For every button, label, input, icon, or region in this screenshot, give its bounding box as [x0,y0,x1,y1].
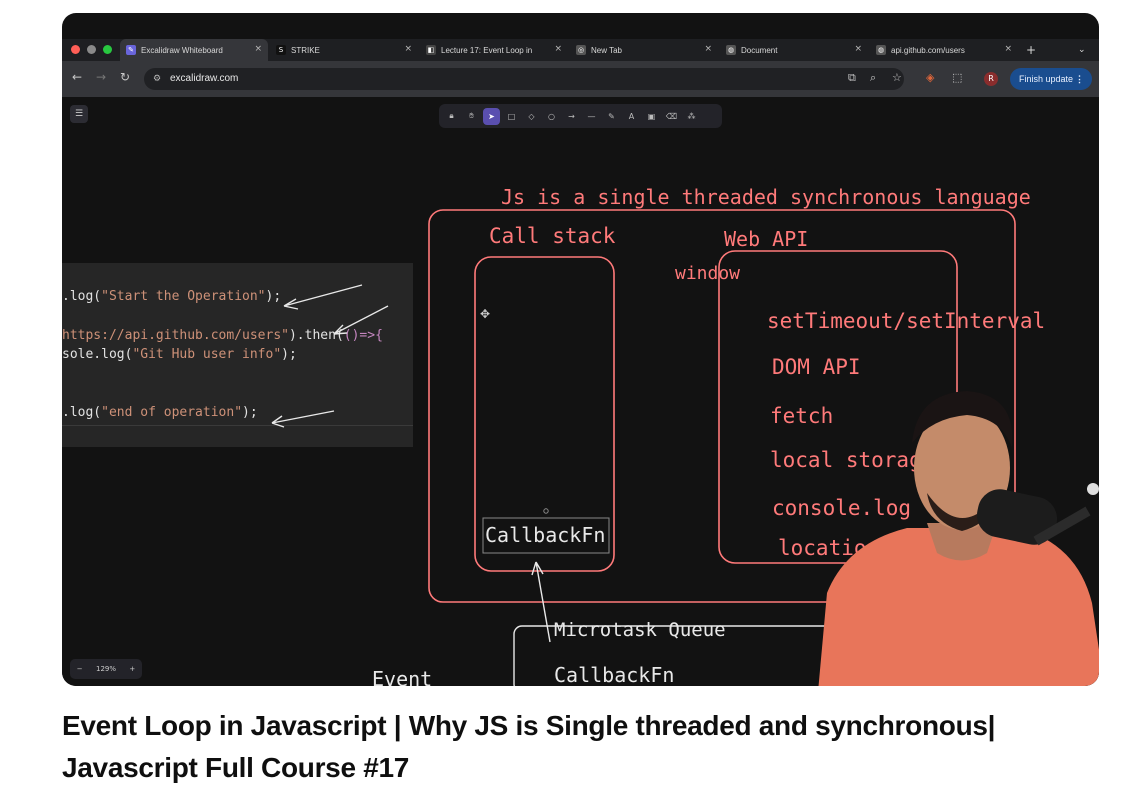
presenter-webcam [818,391,1099,686]
url-text: excalidraw.com [170,73,239,84]
profile-avatar[interactable]: R [984,72,998,86]
rotate-handle[interactable] [543,508,549,514]
tab-label: Excalidraw Whiteboard [141,45,223,55]
globe-icon: ◍ [726,45,736,55]
more-menu-icon[interactable]: ⋮ [1075,68,1084,90]
tab-document[interactable]: ◍ Document × [720,39,868,61]
extension-brave-icon[interactable]: ◈ [926,71,934,84]
chrome-icon: ◎ [576,45,586,55]
close-tab-icon[interactable]: × [1004,44,1012,54]
zoom-out-icon[interactable]: − [77,665,83,673]
browser-tab-bar: ✎ Excalidraw Whiteboard × S STRIKE × ◧ L… [62,39,1099,61]
site-info-icon[interactable]: ⚙ [153,68,161,90]
microtask-queue-label: Microtask Queue [554,619,726,641]
close-tab-icon[interactable]: × [404,44,412,54]
install-app-icon[interactable]: ⧉ [848,71,856,85]
reload-icon[interactable]: ↻ [120,70,130,84]
close-tab-icon[interactable]: × [254,44,262,54]
call-stack-label: Call stack [489,224,616,248]
cursor-icon: ◧ [426,45,436,55]
tab-github-users[interactable]: ◍ api.github.com/users × [870,39,1018,61]
heading-text: Js is a single threaded synchronous lang… [501,185,1031,209]
event-label: Event [372,667,433,686]
excalidraw-icon: ✎ [126,45,136,55]
tab-new-tab[interactable]: ◎ New Tab × [570,39,718,61]
close-tab-icon[interactable]: × [704,44,712,54]
tab-label: New Tab [591,45,622,55]
strike-icon: S [276,45,286,55]
arrow-annotation [333,305,389,335]
globe-icon: ◍ [876,45,886,55]
arrow-annotation [283,284,363,310]
new-tab-plus-icon[interactable]: + [1020,39,1042,61]
web-api-label: Web API [724,227,809,251]
zoom-controls: − 129% + [70,659,142,679]
zoom-icon[interactable]: ⌕ [870,71,876,85]
arrow-annotation [271,410,335,428]
address-bar[interactable]: ⚙ excalidraw.com [144,68,904,90]
forward-arrow-icon[interactable]: → [96,70,106,84]
finish-update-label: Finish update [1019,74,1074,84]
video-title[interactable]: Event Loop in Javascript | Why JS is Sin… [62,705,1062,789]
bookmark-star-icon[interactable]: ☆ [892,71,902,84]
finish-update-button[interactable]: Finish update ⋮ [1010,68,1092,90]
window-label: window [675,263,741,284]
tab-search-chevron-icon[interactable]: ⌄ [1072,39,1092,61]
browser-toolbar: ← → ↻ ⚙ excalidraw.com ⧉ ⌕ ☆ ◈ ⬚ R Finis… [62,61,1099,97]
close-window-icon[interactable] [71,45,80,54]
minimize-window-icon[interactable] [87,45,96,54]
close-tab-icon[interactable]: × [854,44,862,54]
back-arrow-icon[interactable]: ← [72,70,82,84]
tab-label: Lecture 17: Event Loop in [441,45,533,55]
zoom-in-icon[interactable]: + [129,665,135,673]
tab-label: STRIKE [291,45,320,55]
zoom-level[interactable]: 129% [96,665,116,673]
web-api-item: setTimeout/setInterval [767,309,1046,333]
tab-lecture[interactable]: ◧ Lecture 17: Event Loop in × [420,39,568,61]
video-player[interactable]: ✎ Excalidraw Whiteboard × S STRIKE × ◧ L… [62,13,1099,686]
close-tab-icon[interactable]: × [554,44,562,54]
extensions-puzzle-icon[interactable]: ⬚ [952,71,962,84]
move-cursor-icon: ✥ [480,307,490,321]
callback-fn-label[interactable]: CallbackFn [485,523,605,547]
tab-label: Document [741,45,778,55]
microtask-callback-label: CallbackFn [554,663,675,686]
tab-excalidraw[interactable]: ✎ Excalidraw Whiteboard × [120,39,268,61]
tab-label: api.github.com/users [891,45,965,55]
maximize-window-icon[interactable] [103,45,112,54]
tab-strike[interactable]: S STRIKE × [270,39,418,61]
